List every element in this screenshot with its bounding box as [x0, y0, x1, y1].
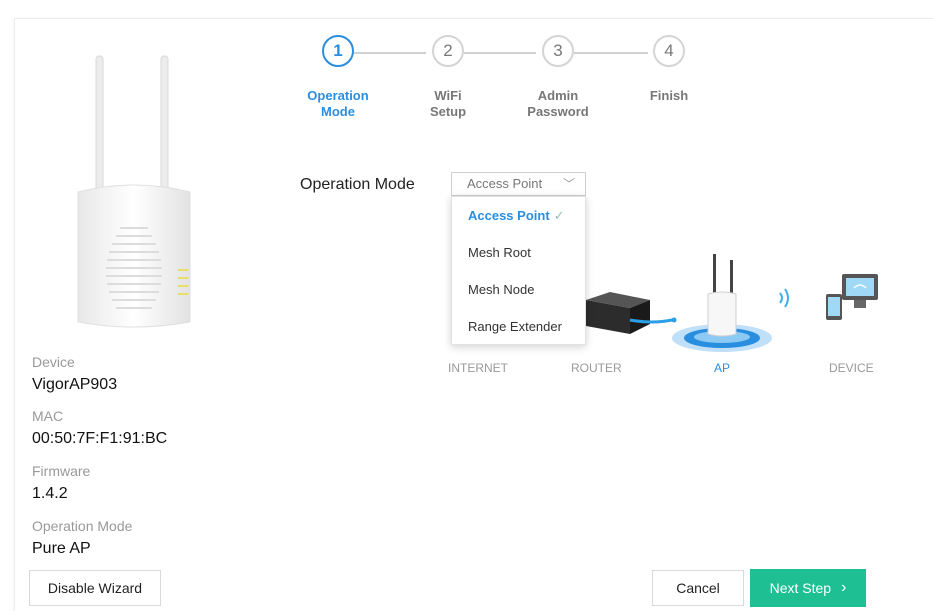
internet-label: INTERNET — [448, 361, 508, 375]
firmware-label: Firmware — [32, 463, 91, 479]
step-1-circle: 1 — [322, 35, 354, 67]
step-connector — [574, 52, 648, 54]
firmware-info: Firmware 1.4.2 — [32, 463, 90, 503]
step-1-text: Operation Mode — [307, 88, 369, 119]
step-4-circle: 4 — [653, 35, 685, 67]
operation-mode-menu: Access Point ✓ Mesh Root Mesh Node Range … — [451, 196, 586, 345]
current-mode-label: Operation Mode — [32, 518, 133, 534]
disable-wizard-button[interactable]: Disable Wizard — [29, 570, 161, 606]
current-mode-info: Operation Mode Pure AP — [32, 518, 132, 558]
step-1-label: Operation Mode — [283, 88, 393, 120]
ap-label: AP — [714, 361, 731, 375]
operation-mode-select[interactable]: Access Point ﹀ — [451, 172, 586, 196]
step-connector — [354, 52, 426, 54]
operation-mode-label: Operation Mode — [300, 176, 415, 193]
access-point-icon — [707, 254, 737, 337]
mac-value: 00:50:7F:F1:91:BC — [32, 430, 168, 447]
option-mesh-root[interactable]: Mesh Root — [452, 234, 585, 271]
chevron-right-icon: › — [841, 579, 847, 596]
device-value: VigorAP903 — [32, 376, 118, 393]
cancel-button[interactable]: Cancel — [652, 570, 744, 606]
step-4-text: Finish — [649, 88, 689, 103]
step-4-label: Finish — [614, 88, 724, 104]
device-label-topology: DEVICE — [829, 361, 874, 375]
option-access-point[interactable]: Access Point ✓ — [452, 197, 585, 234]
wifi-signal-icon — [779, 288, 789, 308]
option-mesh-node[interactable]: Mesh Node — [452, 271, 585, 308]
option-range-extender[interactable]: Range Extender — [452, 308, 585, 345]
devices-icon — [826, 274, 878, 320]
step-2-text: WiFi Setup — [429, 88, 467, 119]
step-3-label: Admin Password — [503, 88, 613, 120]
option-access-point-label: Access Point — [468, 208, 550, 223]
router-icon — [586, 292, 650, 334]
mac-label: MAC — [32, 408, 64, 424]
device-label: Device — [32, 354, 75, 370]
step-3-circle: 3 — [542, 35, 574, 67]
firmware-value: 1.4.2 — [32, 485, 68, 502]
mac-info: MAC 00:50:7F:F1:91:BC — [32, 408, 167, 448]
step-connector — [464, 52, 536, 54]
chevron-down-icon: ﹀ — [562, 177, 575, 191]
check-icon: ✓ — [553, 208, 565, 223]
step-2-label: WiFi Setup — [393, 88, 503, 120]
step-3-text: Admin Password — [527, 88, 589, 119]
operation-mode-selected: Access Point — [467, 176, 543, 191]
ap-device-image — [77, 55, 191, 328]
device-info: Device VigorAP903 — [32, 354, 117, 394]
step-2-circle: 2 — [432, 35, 464, 67]
next-step-label: Next Step — [769, 580, 832, 596]
router-label: ROUTER — [571, 361, 622, 375]
current-mode-value: Pure AP — [32, 540, 91, 557]
next-step-button[interactable]: Next Step › — [750, 569, 866, 607]
